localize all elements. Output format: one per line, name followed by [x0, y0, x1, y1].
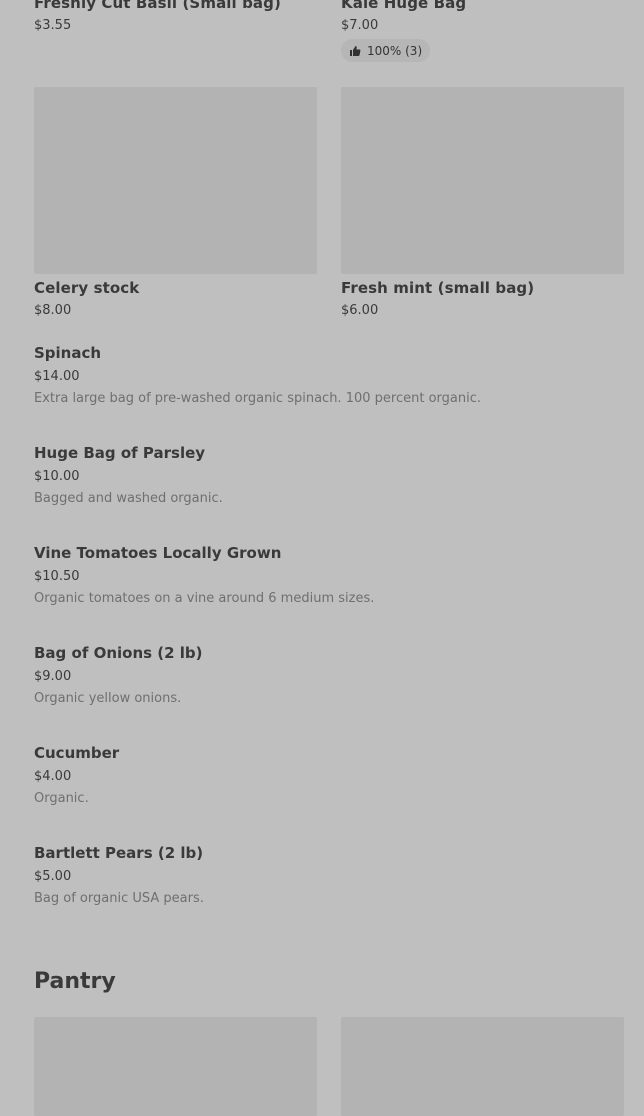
item-description: Organic. — [34, 791, 89, 806]
item-price: $5.00 — [34, 869, 72, 884]
item-price: $8.00 — [34, 303, 72, 318]
item-description: Extra large bag of pre-washed organic sp… — [34, 391, 481, 406]
item-title: Fresh mint (small bag) — [341, 279, 535, 297]
item-title: Celery stock — [34, 279, 140, 297]
menu-page: Freshly Cut Basil (Small bag) $3.55 Kale… — [0, 0, 644, 1116]
item-price: $10.50 — [34, 569, 80, 584]
pantry-item-image[interactable] — [34, 1017, 317, 1116]
item-title: Kale Huge Bag — [341, 0, 467, 12]
section-heading-pantry: Pantry — [34, 969, 116, 994]
list-item-tomatoes[interactable]: Vine Tomatoes Locally Grown $10.50 Organ… — [34, 544, 624, 620]
item-price: $10.00 — [34, 469, 80, 484]
item-price: $7.00 — [341, 18, 379, 33]
menu-item-card-kale[interactable]: Kale Huge Bag $7.00 100% (3) — [341, 0, 624, 66]
item-title: Spinach — [34, 344, 102, 362]
item-description: Organic yellow onions. — [34, 691, 182, 706]
list-item-onions[interactable]: Bag of Onions (2 lb) $9.00 Organic yello… — [34, 644, 624, 720]
thumbs-up-icon — [350, 45, 361, 56]
menu-item-card-basil[interactable]: Freshly Cut Basil (Small bag) $3.55 — [34, 0, 317, 38]
item-description: Bagged and washed organic. — [34, 491, 223, 506]
item-title: Cucumber — [34, 744, 120, 762]
item-title: Vine Tomatoes Locally Grown — [34, 544, 282, 562]
item-price: $9.00 — [34, 669, 72, 684]
menu-item-card-celery[interactable]: Celery stock $8.00 — [34, 87, 317, 323]
item-title: Bag of Onions (2 lb) — [34, 644, 203, 662]
pantry-item-image[interactable] — [341, 1017, 624, 1116]
item-description: Organic tomatoes on a vine around 6 medi… — [34, 591, 375, 606]
list-item-spinach[interactable]: Spinach $14.00 Extra large bag of pre-wa… — [34, 344, 624, 420]
item-title: Freshly Cut Basil (Small bag) — [34, 0, 281, 12]
item-price: $3.55 — [34, 18, 72, 33]
item-title: Bartlett Pears (2 lb) — [34, 844, 204, 862]
list-item-cucumber[interactable]: Cucumber $4.00 Organic. — [34, 744, 624, 820]
menu-item-card-mint[interactable]: Fresh mint (small bag) $6.00 — [341, 87, 624, 323]
rating-badge: 100% (3) — [341, 39, 431, 62]
list-item-parsley[interactable]: Huge Bag of Parsley $10.00 Bagged and wa… — [34, 444, 624, 520]
item-title: Huge Bag of Parsley — [34, 444, 206, 462]
item-price: $6.00 — [341, 303, 379, 318]
item-price: $4.00 — [34, 769, 72, 784]
list-item-pears[interactable]: Bartlett Pears (2 lb) $5.00 Bag of organ… — [34, 844, 624, 920]
item-price: $14.00 — [34, 369, 80, 384]
item-image — [341, 87, 624, 274]
item-description: Bag of organic USA pears. — [34, 891, 204, 906]
rating-text: 100% (3) — [367, 43, 423, 58]
item-image — [34, 87, 317, 274]
